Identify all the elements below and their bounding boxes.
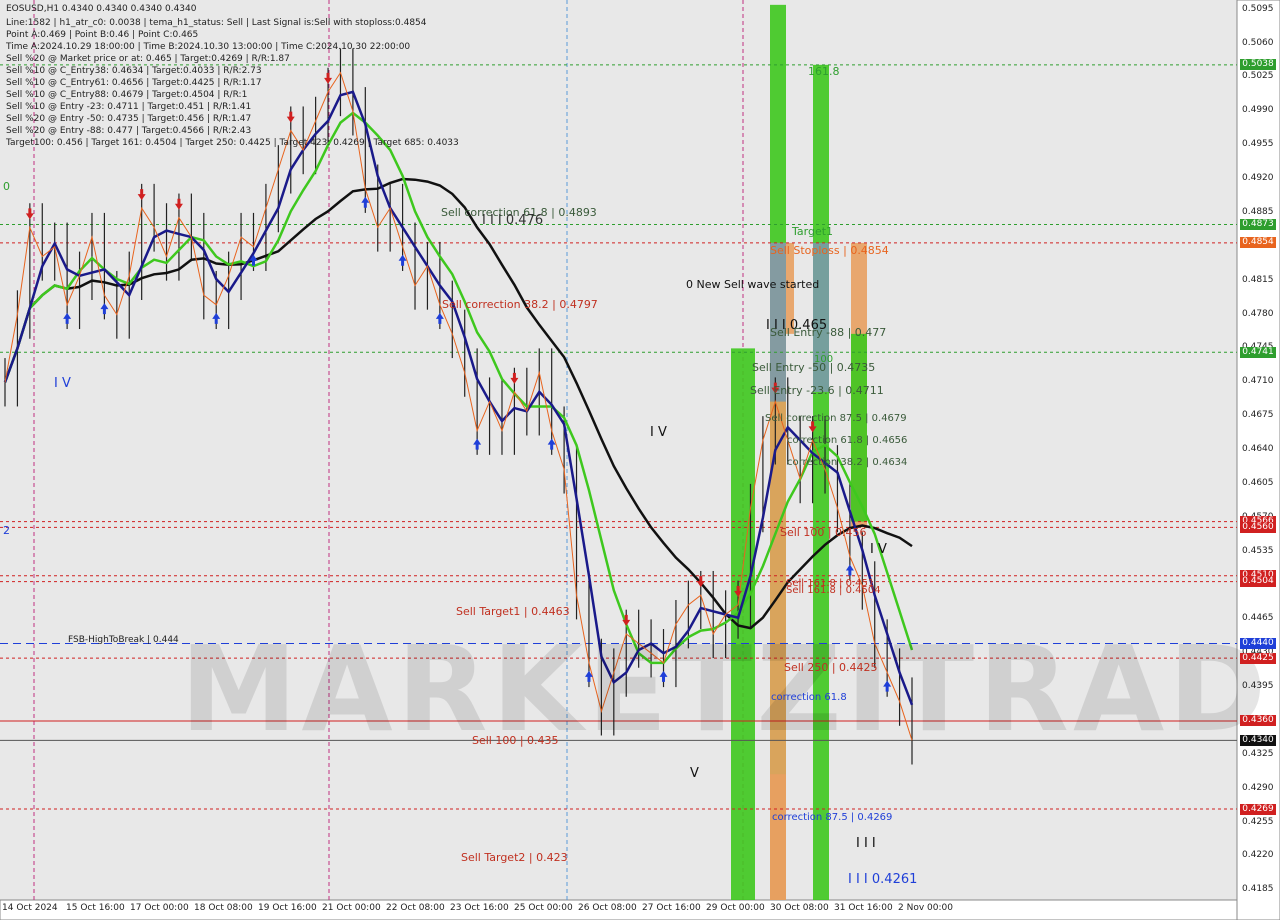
annotation-sell-entry-236: Sell Entry -23.6 | 0.4711 xyxy=(750,384,884,397)
annotation-wave-iii-4261: I I I 0.4261 xyxy=(848,872,918,887)
annotation-correction-382: correction 38.2 | 0.4634 xyxy=(787,457,908,468)
annotation-sell-100: Sell 100 | 0.435 xyxy=(472,734,559,747)
annotation-sell-correction-382: Sell correction 38.2 | 0.4797 xyxy=(442,298,598,311)
info-line: Target100: 0.456 | Target 161: 0.4504 | … xyxy=(6,138,459,148)
price-level-tag: 0.4440 xyxy=(1240,638,1276,650)
symbol-line: EOSUSD,H1 0.4340 0.4340 0.4340 0.4340 xyxy=(6,4,197,14)
price-tick-label: 0.5060 xyxy=(1242,37,1274,48)
time-tick-label: 21 Oct 00:00 xyxy=(322,903,381,913)
price-level-tag: 0.4873 xyxy=(1240,219,1276,231)
price-level-tag: 0.4560 xyxy=(1240,521,1276,533)
price-tick-label: 0.4395 xyxy=(1242,681,1274,692)
annotation-correction-875-low: correction 87.5 | 0.4269 xyxy=(772,812,893,823)
price-tick-label: 0.4325 xyxy=(1242,748,1274,759)
annotation-wave-v: V xyxy=(690,766,699,781)
price-tick-label: 0.4710 xyxy=(1242,376,1274,387)
price-tick-label: 0.4255 xyxy=(1242,816,1274,827)
annotation-100: 100 xyxy=(814,354,834,365)
annotation-correction-618: correction 61.8 | 0.4656 xyxy=(787,435,908,446)
time-tick-label: 17 Oct 00:00 xyxy=(130,903,189,913)
annotation-sell-100-456: Sell 100 | 0.456 xyxy=(780,526,867,539)
price-tick-label: 0.4675 xyxy=(1242,410,1274,421)
price-tick-label: 0.4885 xyxy=(1242,206,1274,217)
time-tick-label: 23 Oct 16:00 xyxy=(450,903,509,913)
target-zone-bar xyxy=(770,774,786,900)
price-tick-label: 0.4640 xyxy=(1242,444,1274,454)
annotation-fsb-high-to-break: FSB-HighToBreak | 0.444 xyxy=(68,635,179,645)
chart-area[interactable]: MARKETZITRADE EOSUSD,H1 0.4340 0.4340 0.… xyxy=(0,0,1280,920)
price-tick-label: 0.4290 xyxy=(1242,782,1274,793)
price-tick-label: 0.4920 xyxy=(1242,173,1274,184)
watermark: MARKETZITRADE xyxy=(180,620,1280,758)
price-tick-label: 0.4220 xyxy=(1242,850,1274,861)
price-level-tag: 0.4340 xyxy=(1240,734,1276,746)
info-line: Sell %10 @ C_Entry61: 0.4656 | Target:0.… xyxy=(6,78,262,88)
annotation-sell-1618-4504: Sell 161.8 | 0.4504 xyxy=(786,585,881,596)
annotation-correction-875: Sell correction 87.5 | 0.4679 xyxy=(765,413,907,424)
annotation-wave-iv-left: I V xyxy=(54,376,71,391)
annotation-sell-entry-88: Sell Entry -88 | 0.477 xyxy=(770,326,887,339)
price-tick-label: 0.4535 xyxy=(1242,545,1274,556)
price-tick-label: 0.4465 xyxy=(1242,613,1274,624)
annotation-zero: 0 xyxy=(3,180,10,193)
annotation-sell-target1: Sell Target1 | 0.4463 xyxy=(456,605,570,618)
annotation-two: 2 xyxy=(3,524,10,537)
annotation-target1: Target1 xyxy=(792,225,834,238)
time-tick-label: 25 Oct 00:00 xyxy=(514,903,573,913)
price-level-tag: 0.4360 xyxy=(1240,715,1276,727)
annotation-wave-iii-low: I I I xyxy=(856,836,876,851)
info-line: Sell %10 @ C_Entry38: 0.4634 | Target:0.… xyxy=(6,66,262,76)
price-level-tag: 0.4269 xyxy=(1240,803,1276,815)
info-line: Sell %20 @ Market price or at: 0.465 | T… xyxy=(6,54,290,64)
time-tick-label: 18 Oct 08:00 xyxy=(194,903,253,913)
time-tick-label: 2 Nov 00:00 xyxy=(898,903,953,913)
time-tick-label: 27 Oct 16:00 xyxy=(642,903,701,913)
price-tick-label: 0.5025 xyxy=(1242,71,1274,82)
time-tick-label: 30 Oct 08:00 xyxy=(770,903,829,913)
price-level-tag: 0.5038 xyxy=(1240,59,1276,71)
time-tick-label: 19 Oct 16:00 xyxy=(258,903,317,913)
annotation-sell-stoploss: Sell Stoploss | 0.4854 xyxy=(770,244,889,257)
annotation-new-sell-wave: 0 New Sell wave started xyxy=(686,278,820,291)
info-line: Sell %20 @ Entry -50: 0.4735 | Target:0.… xyxy=(6,114,252,124)
price-level-tag: 0.4504 xyxy=(1240,576,1276,588)
price-tick-label: 0.4185 xyxy=(1242,884,1274,895)
info-line: Point A:0.469 | Point B:0.46 | Point C:0… xyxy=(6,30,199,40)
price-tick-label: 0.4605 xyxy=(1242,477,1274,488)
price-level-tag: 0.4854 xyxy=(1240,237,1276,249)
time-tick-label: 22 Oct 08:00 xyxy=(386,903,445,913)
price-tick-label: 0.5095 xyxy=(1242,3,1274,14)
price-tick-label: 0.4955 xyxy=(1242,139,1274,150)
annotation-correction-618-low: correction 61.8 xyxy=(771,692,847,703)
info-line: Line:1582 | h1_atr_c0: 0.0038 | tema_h1_… xyxy=(6,18,427,28)
target-zone-bar xyxy=(813,64,829,901)
time-tick-label: 15 Oct 16:00 xyxy=(66,903,125,913)
price-level-tag: 0.4741 xyxy=(1240,346,1276,358)
price-tick-label: 0.4780 xyxy=(1242,308,1274,319)
annotation-sell-target2: Sell Target2 | 0.423 xyxy=(461,851,568,864)
annotation-1618: 161.8 xyxy=(808,65,840,78)
price-level-tag: 0.4425 xyxy=(1240,652,1276,664)
annotation-wave-iii: I I I 0.476 xyxy=(482,213,544,228)
time-tick-label: 14 Oct 2024 xyxy=(2,903,58,913)
info-line: Sell %10 @ C_Entry88: 0.4679 | Target:0.… xyxy=(6,90,248,100)
annotation-wave-iv-mid: I V xyxy=(650,425,667,440)
time-tick-label: 29 Oct 00:00 xyxy=(706,903,765,913)
info-line: Sell %20 @ Entry -88: 0.477 | Target:0.4… xyxy=(6,126,252,136)
time-tick-label: 26 Oct 08:00 xyxy=(578,903,637,913)
annotation-sell-250: Sell 250 | 0.4425 xyxy=(784,661,878,674)
info-line: Sell %10 @ Entry -23: 0.4711 | Target:0.… xyxy=(6,102,252,112)
time-tick-label: 31 Oct 16:00 xyxy=(834,903,893,913)
info-line: Time A:2024.10.29 18:00:00 | Time B:2024… xyxy=(6,42,411,52)
price-tick-label: 0.4990 xyxy=(1242,105,1274,116)
annotation-wave-iv-right: I V xyxy=(870,542,887,557)
price-tick-label: 0.4815 xyxy=(1242,274,1274,285)
